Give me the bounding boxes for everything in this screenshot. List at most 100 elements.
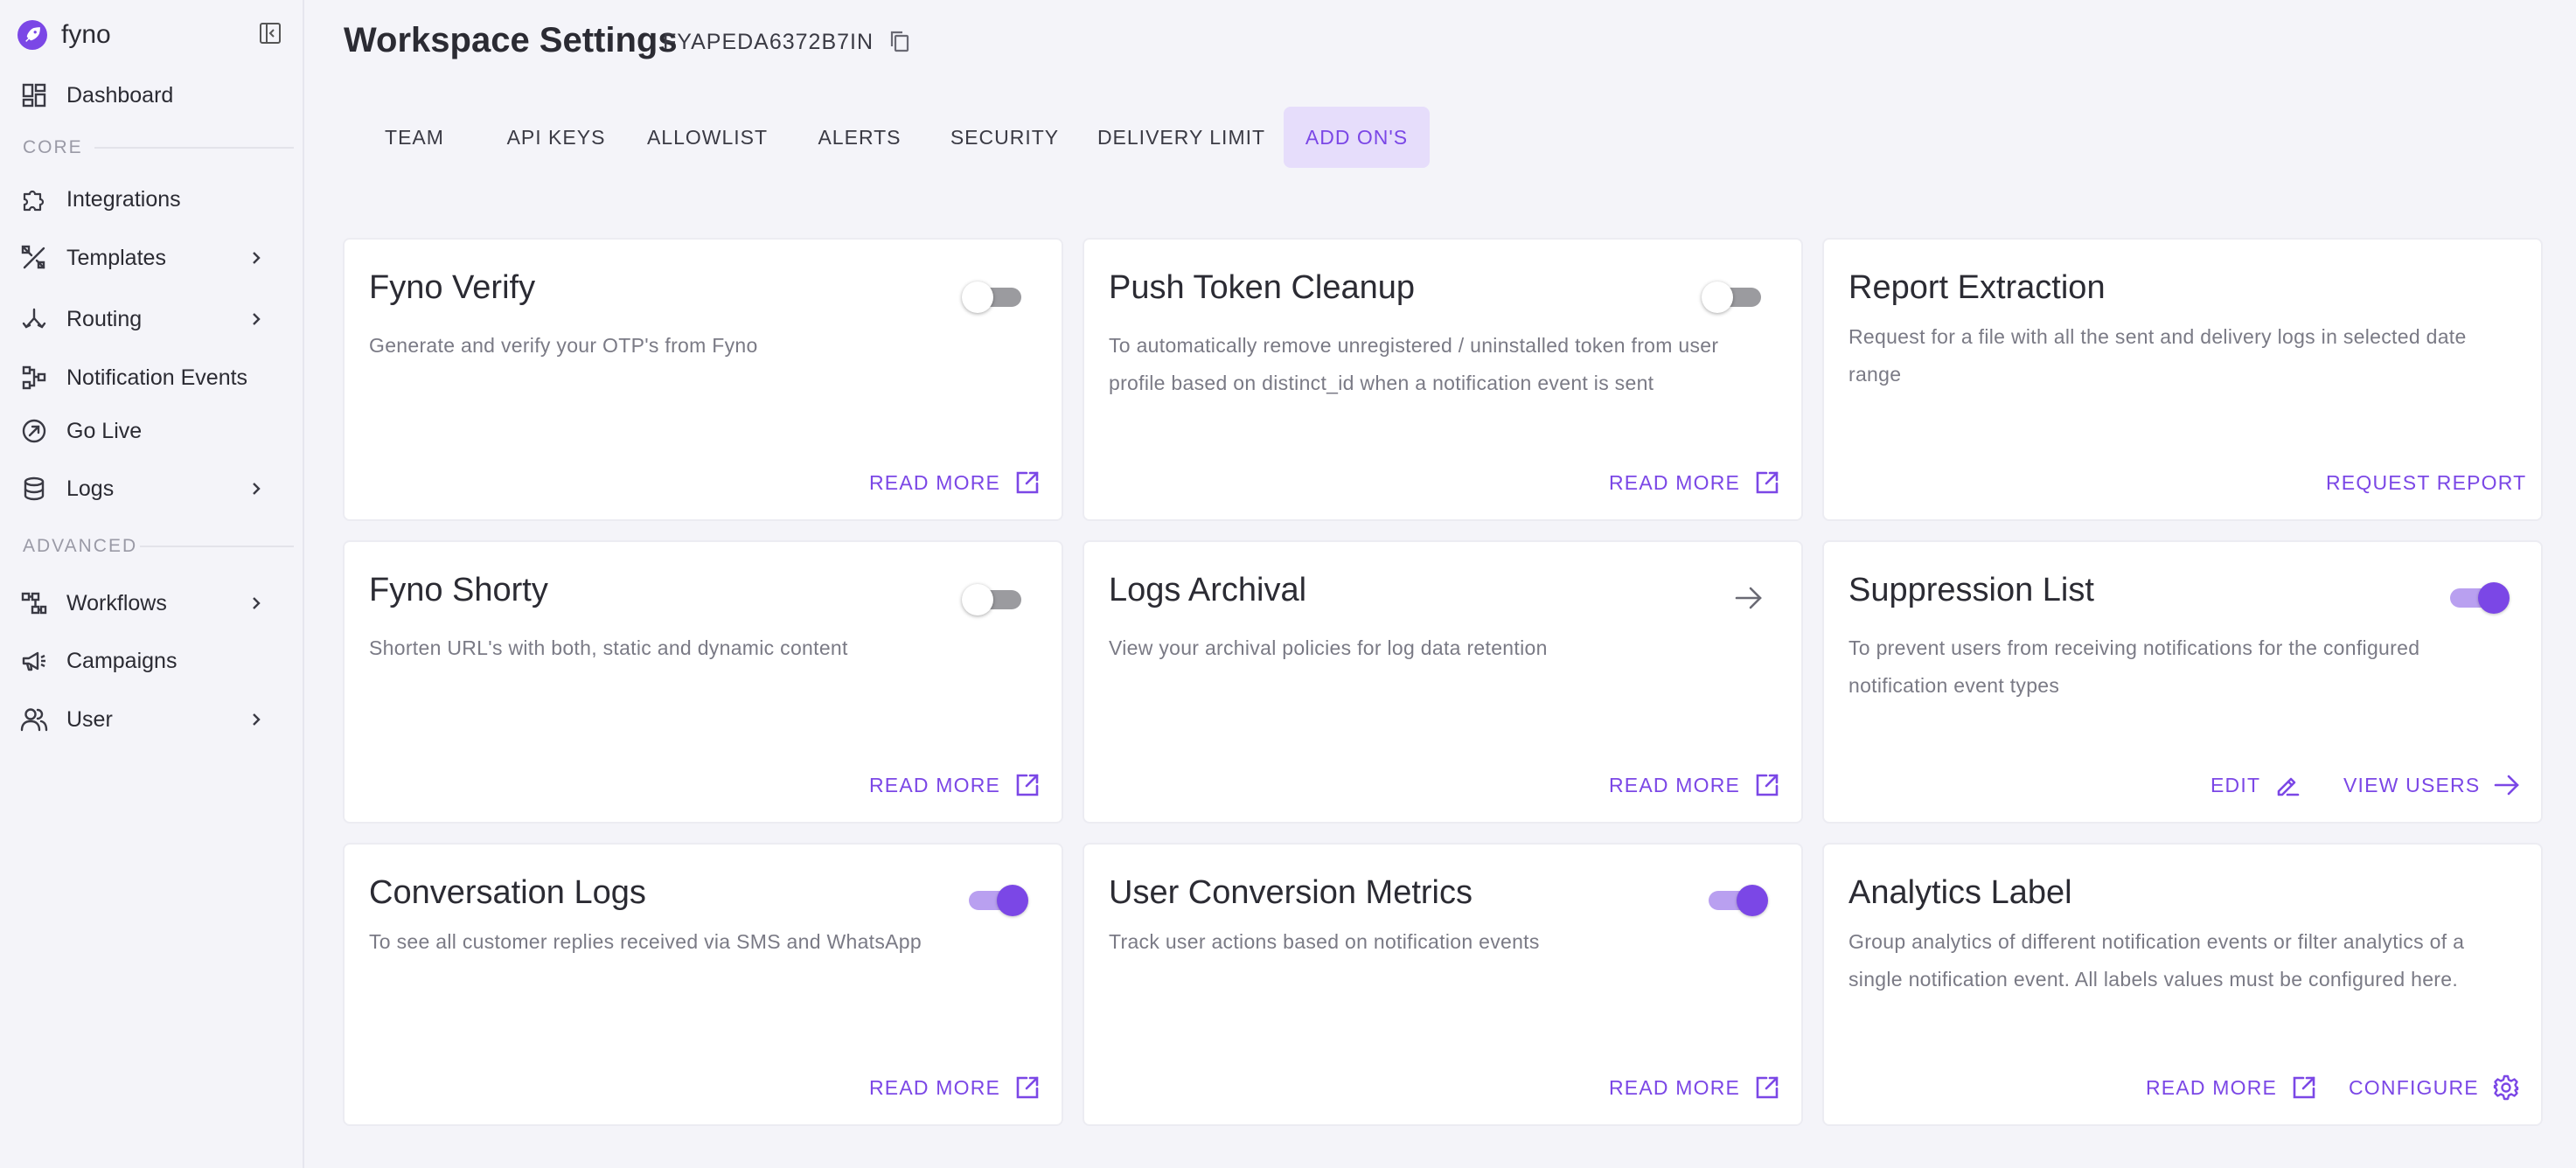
edit-button[interactable]: EDIT <box>2210 768 2301 803</box>
card-title: Analytics Label <box>1848 874 2072 911</box>
push-token-cleanup-toggle[interactable] <box>1702 278 1765 313</box>
sidebar-item-label: Logs <box>66 476 115 501</box>
sidebar-item-user[interactable]: User <box>0 695 297 744</box>
page-title: Workspace Settings <box>344 21 678 59</box>
users-icon <box>19 705 49 734</box>
tab-allowlist[interactable]: ALLOWLIST <box>642 107 773 168</box>
workspace-id: FYAPEDA6372B7IN <box>663 30 874 54</box>
addon-card-push-token-cleanup: Push Token Cleanup To automatically remo… <box>1083 238 1803 521</box>
sidebar-item-label: Dashboard <box>66 82 174 108</box>
tab-delivery-limit[interactable]: DELIVERY LIMIT <box>1097 107 1266 168</box>
external-link-icon <box>1014 1074 1041 1101</box>
external-link-icon <box>1754 772 1780 798</box>
read-more-link[interactable]: READ MORE <box>869 465 1041 500</box>
sidebar-item-logs[interactable]: Logs <box>0 464 297 513</box>
megaphone-icon <box>19 646 49 676</box>
sidebar-item-label: Routing <box>66 306 143 331</box>
section-divider <box>94 147 294 149</box>
addon-card-analytics-label: Analytics Label Group analytics of diffe… <box>1822 843 2543 1126</box>
brand-name: fyno <box>61 20 111 49</box>
tab-api-keys[interactable]: API KEYS <box>498 107 614 168</box>
sidebar-item-label: Notification Events <box>66 365 248 390</box>
suppression-list-toggle[interactable] <box>2447 579 2510 614</box>
read-more-link[interactable]: READ MORE <box>1609 768 1780 803</box>
view-users-button[interactable]: VIEW USERS <box>2343 768 2520 803</box>
external-link-icon <box>2291 1074 2317 1101</box>
gear-icon <box>2493 1074 2519 1101</box>
addon-card-suppression-list: Suppression List To prevent users from r… <box>1822 540 2543 824</box>
dashboard-grid-icon <box>19 80 49 110</box>
external-link-icon <box>1014 772 1041 798</box>
card-description: Request for a file with all the sent and… <box>1848 325 2467 386</box>
card-description: To see all customer replies received via… <box>369 930 922 953</box>
configure-button[interactable]: CONFIGURE <box>2349 1070 2519 1105</box>
external-link-icon <box>1014 469 1041 496</box>
fyno-verify-toggle[interactable] <box>962 278 1025 313</box>
read-more-link[interactable]: READ MORE <box>1609 1070 1780 1105</box>
external-link-icon <box>1754 469 1780 496</box>
external-link-icon <box>1754 1074 1780 1101</box>
card-description: Generate and verify your OTP's from Fyno <box>369 334 758 357</box>
copy-icon[interactable] <box>887 28 913 54</box>
sidebar-item-label: Workflows <box>66 590 167 615</box>
card-title: Logs Archival <box>1109 572 1307 608</box>
sidebar-item-label: Integrations <box>66 186 181 212</box>
tools-icon <box>19 243 49 273</box>
chevron-right-icon <box>245 592 268 615</box>
brand[interactable]: fyno <box>17 17 111 52</box>
sidebar-item-notification-events[interactable]: Notification Events <box>0 353 297 402</box>
card-title: Conversation Logs <box>369 874 646 911</box>
routing-fork-icon <box>19 304 49 334</box>
collapse-sidebar-icon[interactable] <box>257 20 283 46</box>
sidebar-item-templates[interactable]: Templates <box>0 233 297 282</box>
sidebar-item-label: Go Live <box>66 418 143 443</box>
flow-icon <box>19 363 49 393</box>
section-header-advanced: ADVANCED <box>23 536 138 556</box>
card-title: Push Token Cleanup <box>1109 269 1415 306</box>
sidebar-item-dashboard[interactable]: Dashboard <box>0 71 297 120</box>
sidebar: fyno Dashboard CORE Integrations Templat… <box>0 0 304 1168</box>
card-title: User Conversion Metrics <box>1109 874 1472 911</box>
read-more-link[interactable]: READ MORE <box>869 768 1041 803</box>
card-title: Fyno Verify <box>369 269 536 306</box>
card-title: Fyno Shorty <box>369 572 548 608</box>
sidebar-item-workflows[interactable]: Workflows <box>0 579 297 628</box>
card-description: To automatically remove unregistered / u… <box>1109 334 1719 394</box>
read-more-link[interactable]: READ MORE <box>869 1070 1041 1105</box>
addon-card-report-extraction: Report Extraction Request for a file wit… <box>1822 238 2543 521</box>
arrow-right-icon <box>2494 772 2520 798</box>
card-description: View your archival policies for log data… <box>1109 636 1548 659</box>
tab-security[interactable]: SECURITY <box>944 107 1065 168</box>
sidebar-item-integrations[interactable]: Integrations <box>0 175 297 224</box>
addon-card-logs-archival: Logs Archival View your archival policie… <box>1083 540 1803 824</box>
section-header-core: CORE <box>23 137 83 157</box>
sidebar-item-campaigns[interactable]: Campaigns <box>0 636 297 685</box>
card-description: Group analytics of different notificatio… <box>1848 930 2465 991</box>
read-more-link[interactable]: READ MORE <box>2146 1070 2317 1105</box>
user-conversion-metrics-toggle[interactable] <box>1705 881 1768 916</box>
chevron-right-icon <box>245 247 268 269</box>
card-title: Suppression List <box>1848 572 2094 608</box>
addon-card-user-conversion-metrics: User Conversion Metrics Track user actio… <box>1083 843 1803 1126</box>
conversation-logs-toggle[interactable] <box>965 881 1028 916</box>
tab-alerts[interactable]: ALERTS <box>808 107 911 168</box>
puzzle-icon <box>19 184 49 214</box>
tab-add-ons[interactable]: ADD ON'S <box>1284 107 1430 168</box>
sidebar-item-go-live[interactable]: Go Live <box>0 407 297 455</box>
sidebar-item-routing[interactable]: Routing <box>0 295 297 344</box>
card-description: To prevent users from receiving notifica… <box>1848 636 2420 697</box>
sidebar-item-label: Campaigns <box>66 648 178 673</box>
database-icon <box>19 474 49 504</box>
sidebar-item-label: Templates <box>66 245 166 270</box>
workflow-icon <box>19 588 49 618</box>
read-more-link[interactable]: READ MORE <box>1609 465 1780 500</box>
fyno-shorty-toggle[interactable] <box>962 581 1025 615</box>
card-title: Report Extraction <box>1848 269 2106 306</box>
fyno-logo-icon <box>17 20 47 50</box>
card-description: Track user actions based on notification… <box>1109 930 1540 953</box>
arrow-right-icon[interactable] <box>1731 581 1766 615</box>
compass-arrow-icon <box>19 416 49 446</box>
request-report-button[interactable]: REQUEST REPORT <box>2326 465 2526 500</box>
addon-card-fyno-verify: Fyno Verify Generate and verify your OTP… <box>343 238 1063 521</box>
tab-team[interactable]: TEAM <box>369 107 460 168</box>
